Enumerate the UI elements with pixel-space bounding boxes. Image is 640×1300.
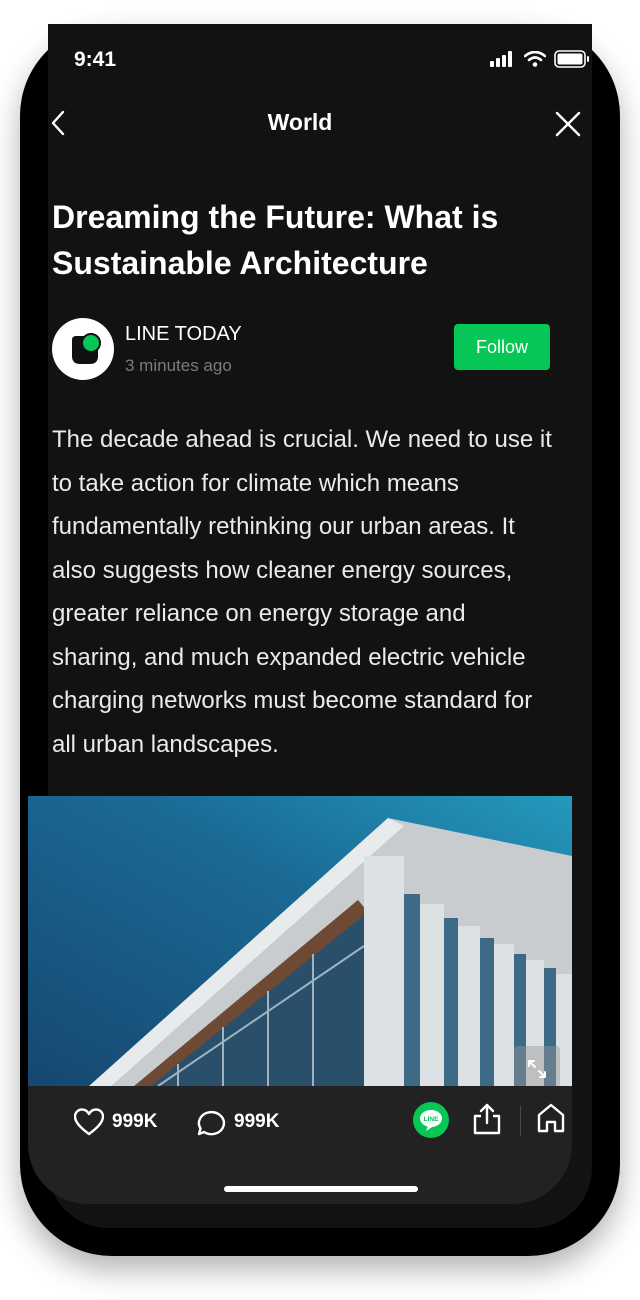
line-share-button[interactable]: LINE xyxy=(413,1102,449,1138)
status-icons xyxy=(490,50,590,68)
author-name[interactable]: LINE TODAY xyxy=(125,323,242,346)
comment-count: 999K xyxy=(234,1111,280,1132)
line-icon: LINE xyxy=(420,1110,442,1131)
author-row: LINE TODAY 3 minutes ago Follow xyxy=(52,318,550,382)
author-timestamp: 3 minutes ago xyxy=(125,356,232,375)
line-today-logo-icon xyxy=(72,333,101,364)
article-image[interactable] xyxy=(28,796,572,1096)
share-icon[interactable] xyxy=(472,1102,502,1136)
nav-title: World xyxy=(267,109,333,135)
home-icon[interactable] xyxy=(536,1102,566,1134)
follow-button[interactable]: Follow xyxy=(454,324,550,370)
article-body: The decade ahead is crucial. We need to … xyxy=(52,426,552,758)
action-divider xyxy=(520,1106,521,1136)
avatar[interactable] xyxy=(52,318,114,380)
article-headline: Dreaming the Future: What is Sustainable… xyxy=(52,199,499,281)
like-count: 999K xyxy=(112,1111,158,1132)
close-icon[interactable] xyxy=(554,110,582,138)
wifi-icon xyxy=(524,51,546,67)
comment-icon xyxy=(197,1110,226,1136)
action-bar: 999K 999K LINE xyxy=(28,1086,572,1204)
battery-icon xyxy=(554,50,589,68)
comment-action[interactable]: 999K xyxy=(196,1108,279,1136)
home-indicator[interactable] xyxy=(224,1186,418,1192)
heart-icon xyxy=(74,1108,104,1136)
signal-icon xyxy=(490,51,512,67)
like-action[interactable]: 999K xyxy=(74,1108,157,1136)
expand-icon xyxy=(528,1060,546,1078)
building-illustration xyxy=(28,796,572,1096)
line-badge-text: LINE xyxy=(424,1116,439,1123)
status-time: 9:41 xyxy=(74,48,117,71)
